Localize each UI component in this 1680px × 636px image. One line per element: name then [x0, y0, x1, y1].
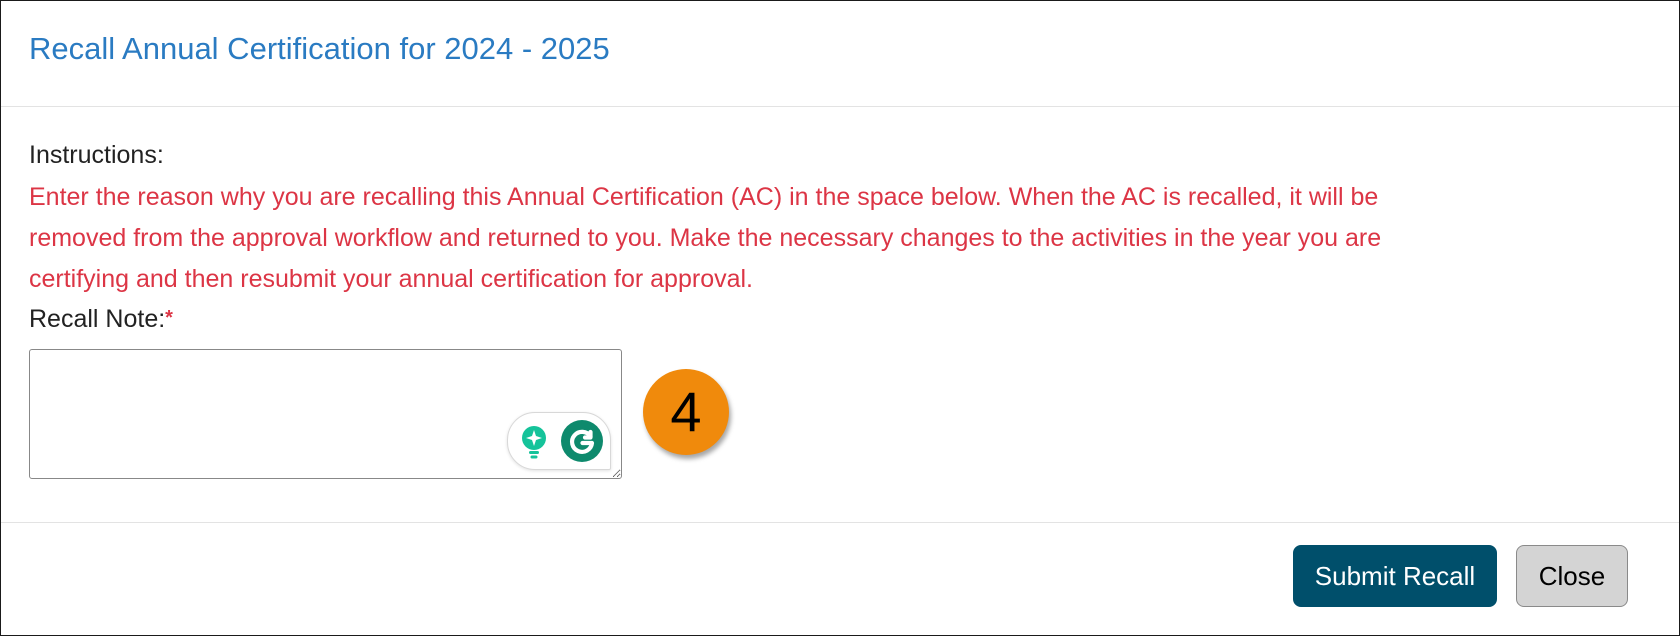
- lightbulb-icon[interactable]: [518, 425, 550, 459]
- required-marker: *: [165, 307, 173, 329]
- instructions-line-1: Enter the reason why you are recalling t…: [29, 183, 1379, 211]
- dialog-header: Recall Annual Certification for 2024 - 2…: [1, 1, 1679, 107]
- instructions-label: Instructions:: [29, 141, 164, 169]
- close-button[interactable]: Close: [1516, 545, 1628, 607]
- grammarly-g-icon[interactable]: [560, 419, 604, 463]
- recall-note-wrapper: [29, 349, 622, 479]
- submit-recall-button[interactable]: Submit Recall: [1293, 545, 1497, 607]
- grammarly-widget[interactable]: [507, 412, 611, 470]
- instructions-text: Enter the reason why you are recalling t…: [29, 177, 1549, 300]
- step-number-badge: 4: [643, 369, 729, 455]
- dialog-footer: Submit Recall Close: [1, 522, 1679, 635]
- instructions-line-2: removed from the approval workflow and r…: [29, 224, 1382, 252]
- dialog-title: Recall Annual Certification for 2024 - 2…: [29, 31, 610, 66]
- dialog-body: Instructions: Enter the reason why you a…: [1, 107, 1679, 521]
- recall-dialog: Recall Annual Certification for 2024 - 2…: [0, 0, 1680, 636]
- recall-note-label-text: Recall Note:: [29, 305, 166, 333]
- instructions-line-3: certifying and then resubmit your annual…: [29, 265, 753, 293]
- recall-note-label: Recall Note:*: [29, 305, 173, 334]
